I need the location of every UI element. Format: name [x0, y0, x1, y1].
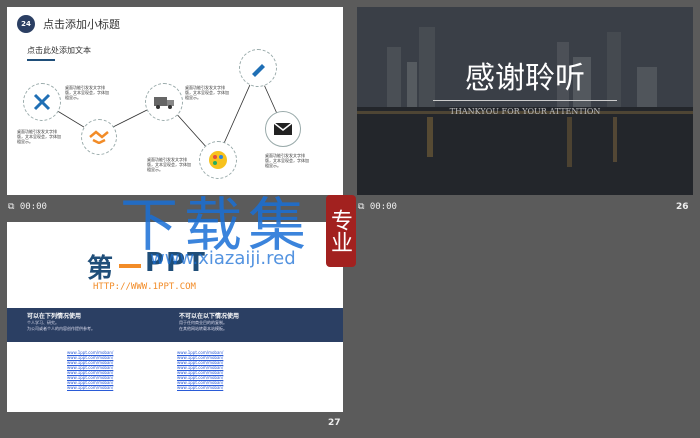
palette-icon	[199, 141, 237, 179]
thank-you-title: 感谢聆听	[465, 61, 585, 96]
description-text: 桌面功能引发发文字排版，文本呈现会，字体加粗显示。	[185, 85, 229, 100]
description-text: 桌面功能引发发文字排版，文本呈现会，字体加粗显示。	[17, 129, 61, 144]
logo-glyph: 第	[87, 254, 114, 284]
slide-thumbnail-25[interactable]: 24 点击添加小标题 点击此处添加文本 桌面功能引发发文字排版，文本呈现会，字体…	[7, 7, 343, 195]
slide-thumbnail-26[interactable]: 感谢聆听 THANKYOU FOR YOUR ATTENTION	[357, 7, 693, 195]
envelope-icon	[265, 111, 301, 147]
slide-number-26: 26	[676, 202, 689, 212]
resource-link[interactable]: www.1ppt.com/moban/	[177, 385, 223, 390]
description-text: 桌面功能引发发文字排版，文本呈现会，字体加粗显示。	[147, 157, 191, 172]
allowed-usage-line: 为公司或者个人的内容创作提供参考。	[27, 326, 95, 331]
handshake-icon	[81, 119, 117, 155]
transition-icon: ⧉	[358, 202, 365, 212]
disallowed-usage-title: 不可以在以下情况使用	[179, 313, 240, 320]
pencil-icon	[239, 49, 277, 87]
truck-icon	[145, 83, 183, 121]
link-list-right: www.1ppt.com/moban/ www.1ppt.com/moban/ …	[177, 350, 223, 390]
title-divider	[433, 100, 617, 101]
watermark-seal: 专业	[326, 195, 356, 267]
transition-icon: ⧉	[8, 202, 15, 212]
logo-dash	[119, 264, 141, 268]
description-text: 桌面功能引发发文字排版，文本呈现会，字体加粗显示。	[265, 153, 309, 168]
description-text: 桌面功能引发发文字排版，文本呈现会，字体加粗显示。	[65, 85, 109, 100]
slide-timing-left: ⧉ 00:00	[8, 202, 47, 212]
link-list-left: www.1ppt.com/moban/ www.1ppt.com/moban/ …	[67, 350, 113, 390]
usage-banner: 可以在下列情况使用 个人学习、研究。 为公司或者个人的内容创作提供参考。 不可以…	[7, 308, 343, 342]
thank-you-subtitle: THANKYOU FOR YOUR ATTENTION	[449, 107, 601, 116]
disallowed-usage-line: 在其他网站转载本站模板。	[179, 326, 227, 331]
allowed-usage-title: 可以在下列情况使用	[27, 313, 82, 320]
website-url: HTTP://WWW.1PPT.COM	[93, 282, 196, 292]
slide-number-27: 27	[328, 418, 341, 428]
resource-link[interactable]: www.1ppt.com/moban/	[67, 385, 113, 390]
tools-icon	[23, 83, 61, 121]
watermark-url: www.xiazaiji.red	[150, 248, 296, 269]
city-night-background	[357, 7, 693, 195]
slide-timing-right: ⧉ 00:00	[358, 202, 397, 212]
